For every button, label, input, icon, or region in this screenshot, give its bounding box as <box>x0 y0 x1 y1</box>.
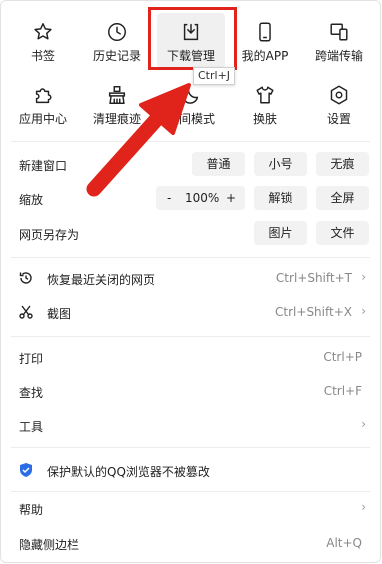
screenshot-shortcut: Ctrl+Shift+X <box>275 305 352 319</box>
highlight-box <box>148 7 237 70</box>
restore-label: 恢复最近关闭的网页 <box>47 273 156 287</box>
chevron-right-icon: › <box>361 270 366 284</box>
broom-icon <box>108 86 126 104</box>
shortcut-tooltip: Ctrl+J <box>193 67 236 85</box>
grid-item-history[interactable]: 历史记录 <box>83 13 151 69</box>
gear-icon <box>330 85 348 105</box>
find-shortcut: Ctrl+F <box>323 384 362 398</box>
print-shortcut: Ctrl+P <box>323 350 362 364</box>
restore-icon <box>19 272 32 284</box>
grid-label: 书签 <box>30 49 55 63</box>
scissors-icon <box>19 305 33 319</box>
divider <box>11 447 370 448</box>
print-label: 打印 <box>19 352 44 366</box>
puzzle-icon <box>35 88 52 104</box>
grid-item-app-center[interactable]: 应用中心 <box>9 76 77 132</box>
restore-closed-item[interactable]: 恢复最近关闭的网页 Ctrl+Shift+T › <box>1 265 380 291</box>
moon-icon <box>182 87 199 104</box>
divider <box>11 141 370 142</box>
find-item[interactable]: 查找 Ctrl+F <box>1 378 380 404</box>
save-as-file-button[interactable]: 文件 <box>316 221 369 245</box>
new-window-label: 新建窗口 <box>19 159 68 173</box>
star-icon <box>34 23 52 40</box>
protect-label: 保护默认的QQ浏览器不被篡改 <box>47 465 210 479</box>
help-label: 帮助 <box>19 503 44 517</box>
zoom-value: 100% <box>185 191 220 205</box>
divider <box>11 491 370 492</box>
screenshot-item[interactable]: 截图 Ctrl+Shift+X › <box>1 299 380 325</box>
chevron-right-icon: › <box>361 500 366 514</box>
divider <box>11 336 370 337</box>
help-item[interactable]: 帮助 › <box>1 495 380 521</box>
chevron-right-icon: › <box>361 304 366 318</box>
grid-item-cross-device[interactable]: 跨端传输 <box>305 13 373 69</box>
unlock-button[interactable]: 解锁 <box>254 186 307 210</box>
grid-label: 清理痕迹 <box>92 112 141 126</box>
tools-label: 工具 <box>19 420 44 434</box>
grid-label: 历史记录 <box>92 49 141 63</box>
restore-shortcut: Ctrl+Shift+T <box>275 271 352 285</box>
grid-item-skin[interactable]: 换肤 <box>231 76 299 132</box>
shield-icon <box>20 463 32 477</box>
grid-item-settings[interactable]: 设置 <box>305 76 373 132</box>
zoom-control: - 100% + <box>156 186 245 210</box>
hide-sidebar-label: 隐藏侧边栏 <box>19 538 80 552</box>
phone-icon <box>259 22 271 42</box>
multi-device-icon <box>330 23 348 41</box>
hide-sidebar-item[interactable]: 隐藏侧边栏 Alt+Q <box>1 530 380 556</box>
grid-item-clear-traces[interactable]: 清理痕迹 <box>83 76 151 132</box>
divider <box>11 257 370 258</box>
zoom-label: 缩放 <box>19 193 44 207</box>
find-label: 查找 <box>19 386 44 400</box>
grid-label: 设置 <box>326 112 351 126</box>
grid-label: 换肤 <box>252 112 277 126</box>
shirt-icon <box>256 86 274 104</box>
new-window-normal-button[interactable]: 普通 <box>192 152 245 176</box>
new-window-incognito-button[interactable]: 无痕 <box>316 152 369 176</box>
zoom-out-button[interactable]: - <box>167 186 171 210</box>
hide-sidebar-shortcut: Alt+Q <box>326 536 362 550</box>
grid-item-my-app[interactable]: 我的APP <box>231 13 299 69</box>
screenshot-label: 截图 <box>47 307 72 321</box>
grid-label: 跨端传输 <box>314 49 363 63</box>
save-as-image-button[interactable]: 图片 <box>254 221 307 245</box>
print-item[interactable]: 打印 Ctrl+P <box>1 344 380 370</box>
browser-menu-panel: 书签 历史记录 下载管理 我的APP 跨端传输 应用中心 清理痕迹 夜间模式 换… <box>0 0 381 563</box>
clock-icon <box>108 23 126 41</box>
grid-item-bookmarks[interactable]: 书签 <box>9 13 77 69</box>
chevron-right-icon: › <box>361 417 366 431</box>
save-as-label: 网页另存为 <box>19 228 80 242</box>
fullscreen-button[interactable]: 全屏 <box>316 186 369 210</box>
protect-default-item[interactable]: 保护默认的QQ浏览器不被篡改 <box>1 457 380 483</box>
new-window-small-button[interactable]: 小号 <box>254 152 307 176</box>
grid-label: 我的APP <box>241 49 289 63</box>
tools-item[interactable]: 工具 › <box>1 412 380 438</box>
grid-label: 应用中心 <box>18 112 67 126</box>
zoom-in-button[interactable]: + <box>226 186 236 210</box>
grid-label: 夜间模式 <box>166 112 215 126</box>
